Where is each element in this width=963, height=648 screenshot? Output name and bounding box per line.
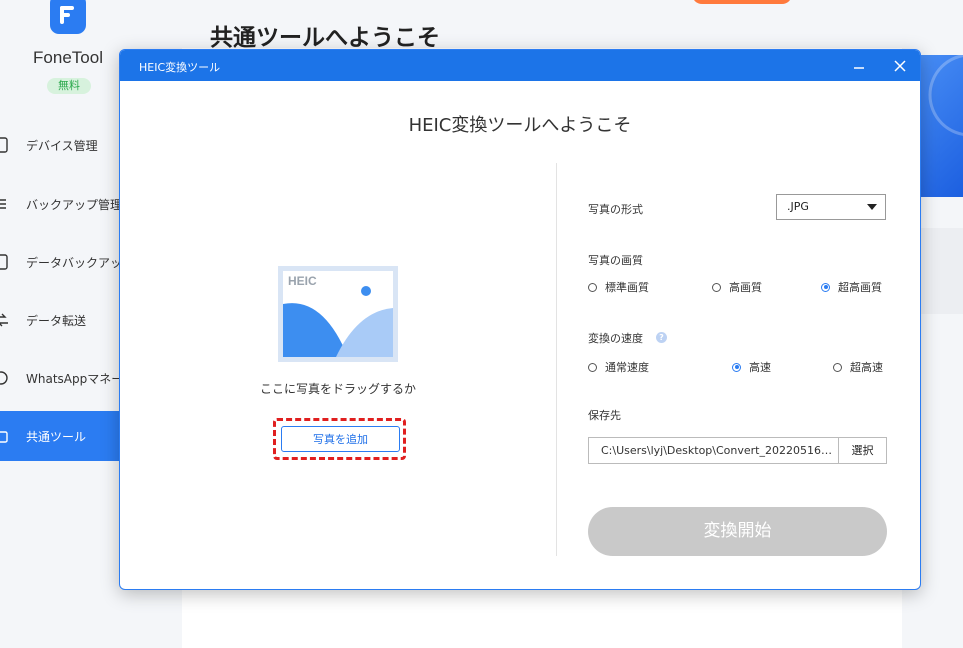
list-icon bbox=[0, 199, 6, 209]
minimize-icon[interactable] bbox=[851, 58, 867, 74]
dialog-titlebar[interactable]: HEIC変換ツール bbox=[120, 50, 920, 81]
add-photo-button[interactable]: 写真を追加 bbox=[281, 426, 400, 452]
format-label: 写真の形式 bbox=[588, 203, 643, 216]
radio-icon bbox=[588, 282, 597, 292]
radio-label: 高速 bbox=[749, 361, 771, 374]
format-select[interactable]: .JPG bbox=[776, 194, 886, 220]
add-photo-highlight: 写真を追加 bbox=[273, 418, 406, 460]
quality-option-standard[interactable]: 標準画質 bbox=[588, 279, 649, 295]
radio-icon bbox=[833, 362, 842, 372]
radio-icon bbox=[712, 282, 721, 292]
save-path-field[interactable]: C:\Users\lyj\Desktop\Convert_202205161..… bbox=[588, 437, 839, 464]
sidebar-item-label: データ転送 bbox=[26, 313, 87, 328]
radio-selected-icon bbox=[732, 362, 741, 372]
heic-converter-dialog: HEIC変換ツール HEIC変換ツールへようこそ HEIC ここに写真をドラッグ… bbox=[119, 49, 921, 590]
app-name: FoneTool bbox=[33, 48, 103, 67]
speed-option-ultra[interactable]: 超高速 bbox=[833, 359, 883, 375]
radio-label: 超高画質 bbox=[838, 281, 882, 294]
close-icon[interactable] bbox=[892, 58, 908, 74]
heic-label: HEIC bbox=[288, 274, 317, 288]
radio-label: 高画質 bbox=[729, 281, 762, 294]
transfer-icon bbox=[0, 313, 8, 327]
radio-selected-icon bbox=[821, 282, 830, 292]
toolbox-icon bbox=[0, 431, 8, 443]
heic-image-icon: HEIC bbox=[278, 266, 398, 362]
pane-divider bbox=[556, 163, 557, 556]
radio-label: 超高速 bbox=[850, 361, 883, 374]
quality-label: 写真の画質 bbox=[588, 254, 643, 267]
dialog-title: HEIC変換ツール bbox=[139, 61, 221, 74]
format-selected-value: .JPG bbox=[787, 200, 809, 213]
speed-option-normal[interactable]: 通常速度 bbox=[588, 359, 649, 375]
sidebar-item-label: 共通ツール bbox=[26, 429, 87, 444]
sidebar-item-label: データバックアップ bbox=[26, 255, 135, 270]
start-convert-button[interactable]: 変換開始 bbox=[588, 507, 887, 556]
fonetool-logo-icon bbox=[50, 0, 86, 34]
browse-button[interactable]: 選択 bbox=[838, 437, 887, 464]
dialog-heading: HEIC変換ツールへようこそ bbox=[408, 115, 632, 136]
plan-badge: 無料 bbox=[47, 78, 91, 94]
quality-option-ultra[interactable]: 超高画質 bbox=[821, 279, 882, 295]
sidebar-item-label: デバイス管理 bbox=[26, 138, 98, 153]
page-title: 共通ツールへようこそ bbox=[210, 25, 440, 51]
drop-hint-text: ここに写真をドラッグするか bbox=[259, 382, 416, 396]
speed-label: 変換の速度 bbox=[588, 332, 643, 345]
help-icon[interactable]: ? bbox=[656, 332, 667, 343]
dropdown-arrow-icon bbox=[867, 204, 877, 210]
speed-option-fast[interactable]: 高速 bbox=[732, 359, 771, 375]
upgrade-button[interactable] bbox=[692, 0, 792, 4]
radio-icon bbox=[588, 362, 597, 372]
radio-label: 標準画質 bbox=[605, 281, 649, 294]
whatsapp-icon bbox=[0, 371, 8, 385]
radio-label: 通常速度 bbox=[605, 361, 649, 374]
sidebar-item-label: バックアップ管理 bbox=[26, 197, 123, 212]
phone-backup-icon bbox=[0, 254, 8, 270]
quality-option-high[interactable]: 高画質 bbox=[712, 279, 762, 295]
phone-icon bbox=[0, 137, 8, 153]
save-location-label: 保存先 bbox=[588, 409, 621, 422]
